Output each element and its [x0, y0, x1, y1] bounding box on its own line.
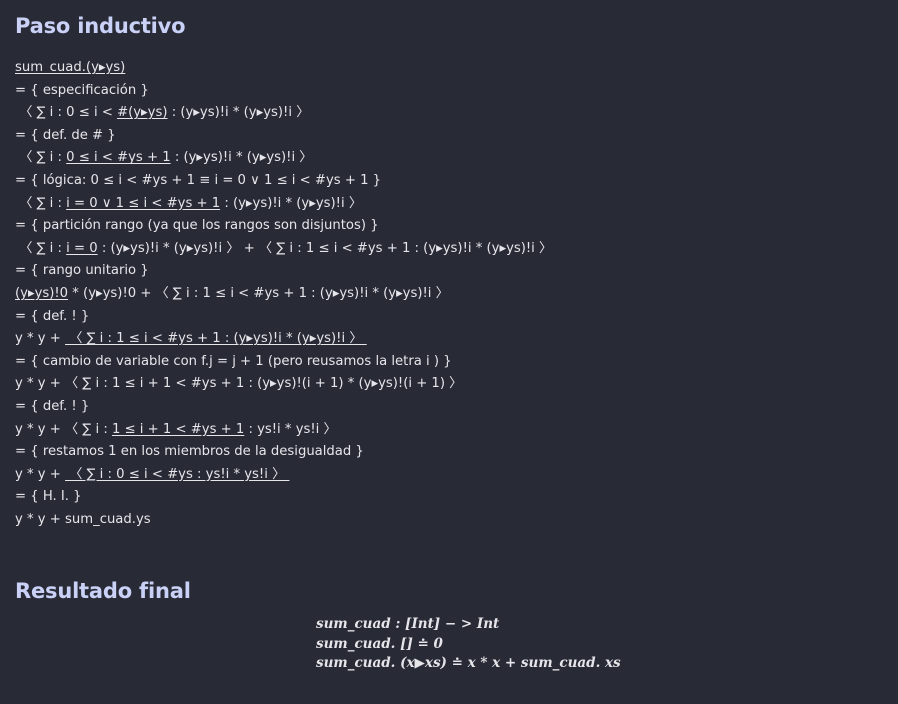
underlined-term: 〈 ∑ i : 1 ≤ i < #ys + 1 : (y▸ys)!i * (y▸… — [65, 331, 367, 347]
proof-text: : (y▸ys)!i * (y▸ys)!i 〉 — [170, 150, 313, 166]
proof-text: y * y + 〈 ∑ i : — [15, 421, 112, 437]
proof-line: (y▸ys)!0 * (y▸ys)!0 + 〈 ∑ i : 1 ≤ i < #y… — [15, 283, 883, 306]
proof-line: = { partición rango (ya que los rangos s… — [15, 215, 883, 238]
proof-text: 〈 ∑ i : — [15, 240, 67, 256]
underlined-term: (y▸ys)!0 — [15, 285, 69, 301]
underlined-term: 1 ≤ i + 1 < #ys + 1 — [111, 421, 245, 437]
proof-text: = { def. ! } — [15, 398, 90, 414]
proof-line: sum_cuad.(y▸ys) — [15, 57, 883, 80]
proof-text: 〈 ∑ i : — [15, 195, 67, 211]
proof-text: = { lógica: 0 ≤ i < #ys + 1 ≡ i = 0 ∨ 1 … — [15, 172, 382, 188]
proof-text: = { partición rango (ya que los rangos s… — [15, 218, 379, 234]
underlined-term: 〈 ∑ i : 0 ≤ i < #ys : ys!i * ys!i 〉 — [65, 466, 290, 482]
proof-text: : (y▸ys)!i * (y▸ys)!i 〉 — [220, 195, 363, 211]
proof-text: : (y▸ys)!i * (y▸ys)!i 〉 — [167, 105, 310, 121]
proof-text: y * y + 〈 ∑ i : 1 ≤ i + 1 < #ys + 1 : (y… — [15, 376, 463, 392]
underlined-term: i = 0 — [66, 240, 98, 256]
proof-text: = { def. ! } — [15, 308, 90, 324]
proof-text: = { restamos 1 en los miembros de la des… — [15, 444, 364, 460]
heading-resultado-final: Resultado final — [15, 579, 191, 604]
proof-line: 〈 ∑ i : i = 0 : (y▸ys)!i * (y▸ys)!i 〉 + … — [15, 238, 883, 261]
proof-line: = { H. I. } — [15, 486, 883, 509]
proof-line: 〈 ∑ i : 0 ≤ i < #(y▸ys) : (y▸ys)!i * (y▸… — [15, 102, 883, 125]
proof-line: = { def. de # } — [15, 125, 883, 148]
final-line: sum_cuad. [] ≐ 0 — [316, 635, 443, 652]
proof-text: = { rango unitario } — [15, 263, 149, 279]
proof-line: = { especificación } — [15, 80, 883, 103]
final-result: sum_cuad : [Int] − > Int sum_cuad. [] ≐ 0… — [15, 615, 883, 674]
proof-line: = { lógica: 0 ≤ i < #ys + 1 ≡ i = 0 ∨ 1 … — [15, 170, 883, 193]
heading-paso-inductivo: Paso inductivo — [15, 14, 186, 38]
underlined-term: i = 0 ∨ 1 ≤ i < #ys + 1 — [66, 195, 221, 211]
proof-text: * (y▸ys)!0 + 〈 ∑ i : 1 ≤ i < #ys + 1 : (… — [68, 285, 449, 301]
proof-text: : ys!i * ys!i 〉 — [244, 421, 337, 437]
proof-steps: sum_cuad.(y▸ys) = { especificación } 〈 ∑ … — [15, 57, 883, 531]
proof-text: : (y▸ys)!i * (y▸ys)!i 〉 + 〈 ∑ i : 1 ≤ i … — [97, 240, 553, 256]
proof-line: 〈 ∑ i : i = 0 ∨ 1 ≤ i < #ys + 1 : (y▸ys)… — [15, 193, 883, 216]
proof-line: = { def. ! } — [15, 306, 883, 329]
proof-line: 〈 ∑ i : 0 ≤ i < #ys + 1 : (y▸ys)!i * (y▸… — [15, 147, 883, 170]
underlined-term: #(y▸ys) — [117, 105, 168, 121]
proof-line: y * y + 〈 ∑ i : 1 ≤ i + 1 < #ys + 1 : ys… — [15, 419, 883, 442]
proof-line: = { rango unitario } — [15, 260, 883, 283]
underlined-term: 0 ≤ i < #ys + 1 — [66, 150, 171, 166]
proof-text: = { def. de # } — [15, 127, 116, 143]
proof-text: = { H. I. } — [15, 489, 82, 505]
document-page: Paso inductivo sum_cuad.(y▸ys) = { especi… — [0, 0, 898, 674]
proof-line: y * y + sum_cuad.ys — [15, 509, 883, 532]
proof-line: = { def. ! } — [15, 396, 883, 419]
proof-line: y * y + 〈 ∑ i : 1 ≤ i + 1 < #ys + 1 : (y… — [15, 373, 883, 396]
proof-line: = { cambio de variable con f.j = j + 1 (… — [15, 351, 883, 374]
proof-text: 〈 ∑ i : 0 ≤ i < — [15, 105, 118, 121]
final-line: sum_cuad : [Int] − > Int — [316, 616, 500, 633]
proof-text: y * y + — [15, 331, 66, 347]
proof-line: y * y + 〈 ∑ i : 0 ≤ i < #ys : ys!i * ys!… — [15, 464, 883, 487]
proof-text: 〈 ∑ i : — [15, 150, 67, 166]
proof-text: = { especificación } — [15, 82, 149, 98]
final-line: sum_cuad. (x▶xs) ≐ x * x + sum_cuad. xs — [316, 655, 621, 672]
underlined-term: sum_cuad.(y▸ys) — [15, 60, 126, 75]
proof-line: y * y + 〈 ∑ i : 1 ≤ i < #ys + 1 : (y▸ys)… — [15, 328, 883, 351]
proof-text: = { cambio de variable con f.j = j + 1 (… — [15, 353, 452, 369]
proof-text: y * y + — [15, 466, 66, 482]
proof-line: = { restamos 1 en los miembros de la des… — [15, 441, 883, 464]
proof-text: y * y + sum_cuad.ys — [15, 511, 151, 527]
